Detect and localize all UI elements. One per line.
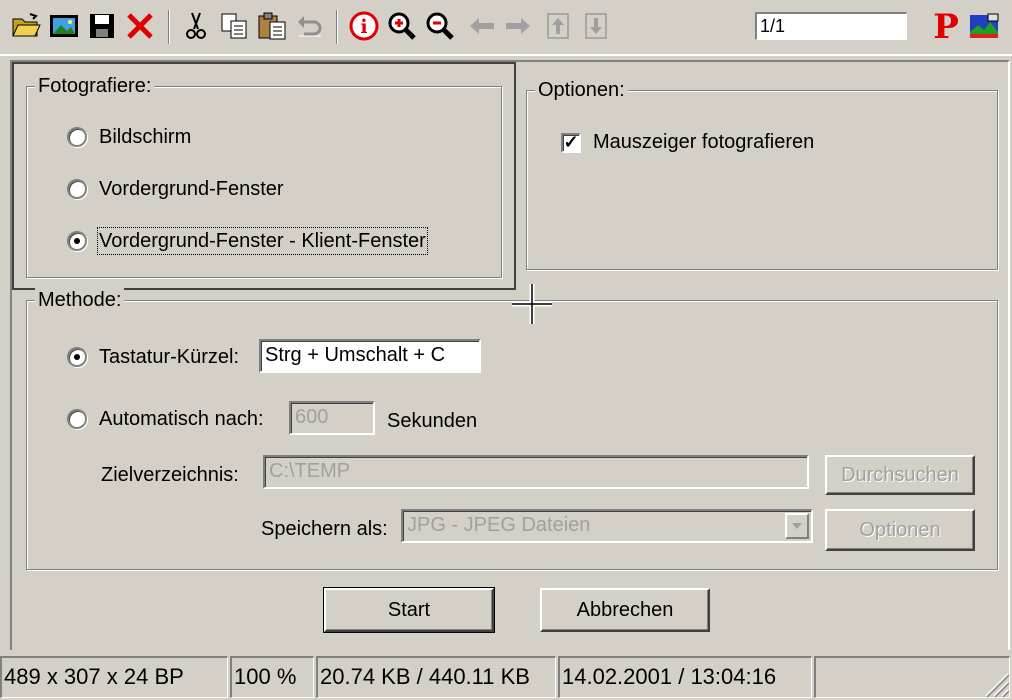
page-up-icon[interactable] (542, 10, 574, 42)
p-icon[interactable]: P (932, 8, 960, 46)
capture-dialog: Fotografiere: Bildschirm Vordergrund-Fen… (10, 60, 1010, 650)
target-dir-label: Zielverzeichnis: (101, 464, 239, 486)
radio-foreground-window[interactable] (67, 179, 87, 199)
page-down-icon[interactable] (580, 10, 612, 42)
crosshair-cursor-icon (512, 284, 552, 324)
radio-hotkey[interactable] (67, 347, 87, 367)
save-icon[interactable] (86, 10, 118, 42)
chevron-down-icon[interactable] (785, 513, 809, 539)
radio-client-window-label[interactable]: Vordergrund-Fenster - Klient-Fenster (97, 227, 428, 255)
status-bar: 489 x 307 x 24 BP 100 % 20.74 KB / 440.1… (0, 652, 1012, 700)
save-as-select[interactable]: JPG - JPEG Dateien (401, 509, 813, 543)
save-as-value: JPG - JPEG Dateien (407, 514, 591, 536)
status-file-size: 20.74 KB / 440.11 KB (316, 656, 556, 698)
method-group: Methode: Tastatur-Kürzel: Strg + Umschal… (26, 288, 998, 570)
toolbar-separator (168, 10, 170, 44)
forward-arrow-icon[interactable] (502, 10, 534, 42)
seconds-label: Sekunden (387, 410, 478, 432)
svg-text:i: i (360, 16, 367, 38)
mouse-pointer-label[interactable]: Mauszeiger fotografieren (593, 130, 814, 154)
hotkey-label[interactable]: Tastatur-Kürzel: (99, 345, 239, 369)
save-as-label: Speichern als: (261, 518, 388, 540)
cut-icon[interactable] (180, 10, 212, 42)
copy-icon[interactable] (218, 10, 250, 42)
radio-foreground-window-label[interactable]: Vordergrund-Fenster (99, 177, 284, 201)
target-dir-input[interactable]: C:\TEMP (263, 455, 809, 489)
automatic-label[interactable]: Automatisch nach: (99, 407, 264, 431)
status-datetime: 14.02.2001 / 13:04:16 (558, 656, 812, 698)
automatic-seconds-input[interactable]: 600 (289, 401, 375, 435)
back-arrow-icon[interactable] (466, 10, 498, 42)
radio-client-window[interactable] (67, 231, 87, 251)
start-button[interactable]: Start (323, 587, 495, 633)
options-group-title: Optionen: (535, 78, 628, 102)
open-icon[interactable] (10, 10, 42, 42)
radio-bildschirm[interactable] (67, 127, 87, 147)
options-button[interactable]: Optionen (825, 509, 975, 551)
hotkey-input[interactable]: Strg + Umschalt + C (259, 339, 481, 373)
image-icon[interactable] (48, 10, 80, 42)
toolbar: i 1/1 P (0, 0, 1012, 56)
zoom-in-icon[interactable] (386, 10, 418, 42)
cancel-button[interactable]: Abbrechen (540, 588, 710, 632)
capture-group-title: Fotografiere: (35, 74, 155, 98)
options-group: Optionen: ✓ Mauszeiger fotografieren (526, 78, 998, 270)
undo-icon[interactable] (294, 10, 326, 42)
page-number-field[interactable]: 1/1 (755, 12, 907, 40)
info-icon[interactable]: i (348, 10, 380, 42)
paste-icon[interactable] (256, 10, 288, 42)
zoom-out-icon[interactable] (424, 10, 456, 42)
browse-button[interactable]: Durchsuchen (825, 455, 975, 495)
radio-bildschirm-label[interactable]: Bildschirm (99, 125, 191, 149)
mouse-pointer-checkbox[interactable]: ✓ (561, 133, 581, 153)
method-group-title: Methode: (35, 288, 125, 312)
resize-grip-icon[interactable] (980, 668, 1010, 698)
radio-automatic[interactable] (67, 409, 87, 429)
toolbar-separator (336, 10, 338, 44)
delete-icon[interactable] (124, 10, 156, 42)
status-zoom: 100 % (230, 656, 314, 698)
capture-group: Fotografiere: Bildschirm Vordergrund-Fen… (26, 74, 502, 278)
status-dimensions: 489 x 307 x 24 BP (0, 656, 228, 698)
slideshow-icon[interactable] (968, 10, 1000, 42)
